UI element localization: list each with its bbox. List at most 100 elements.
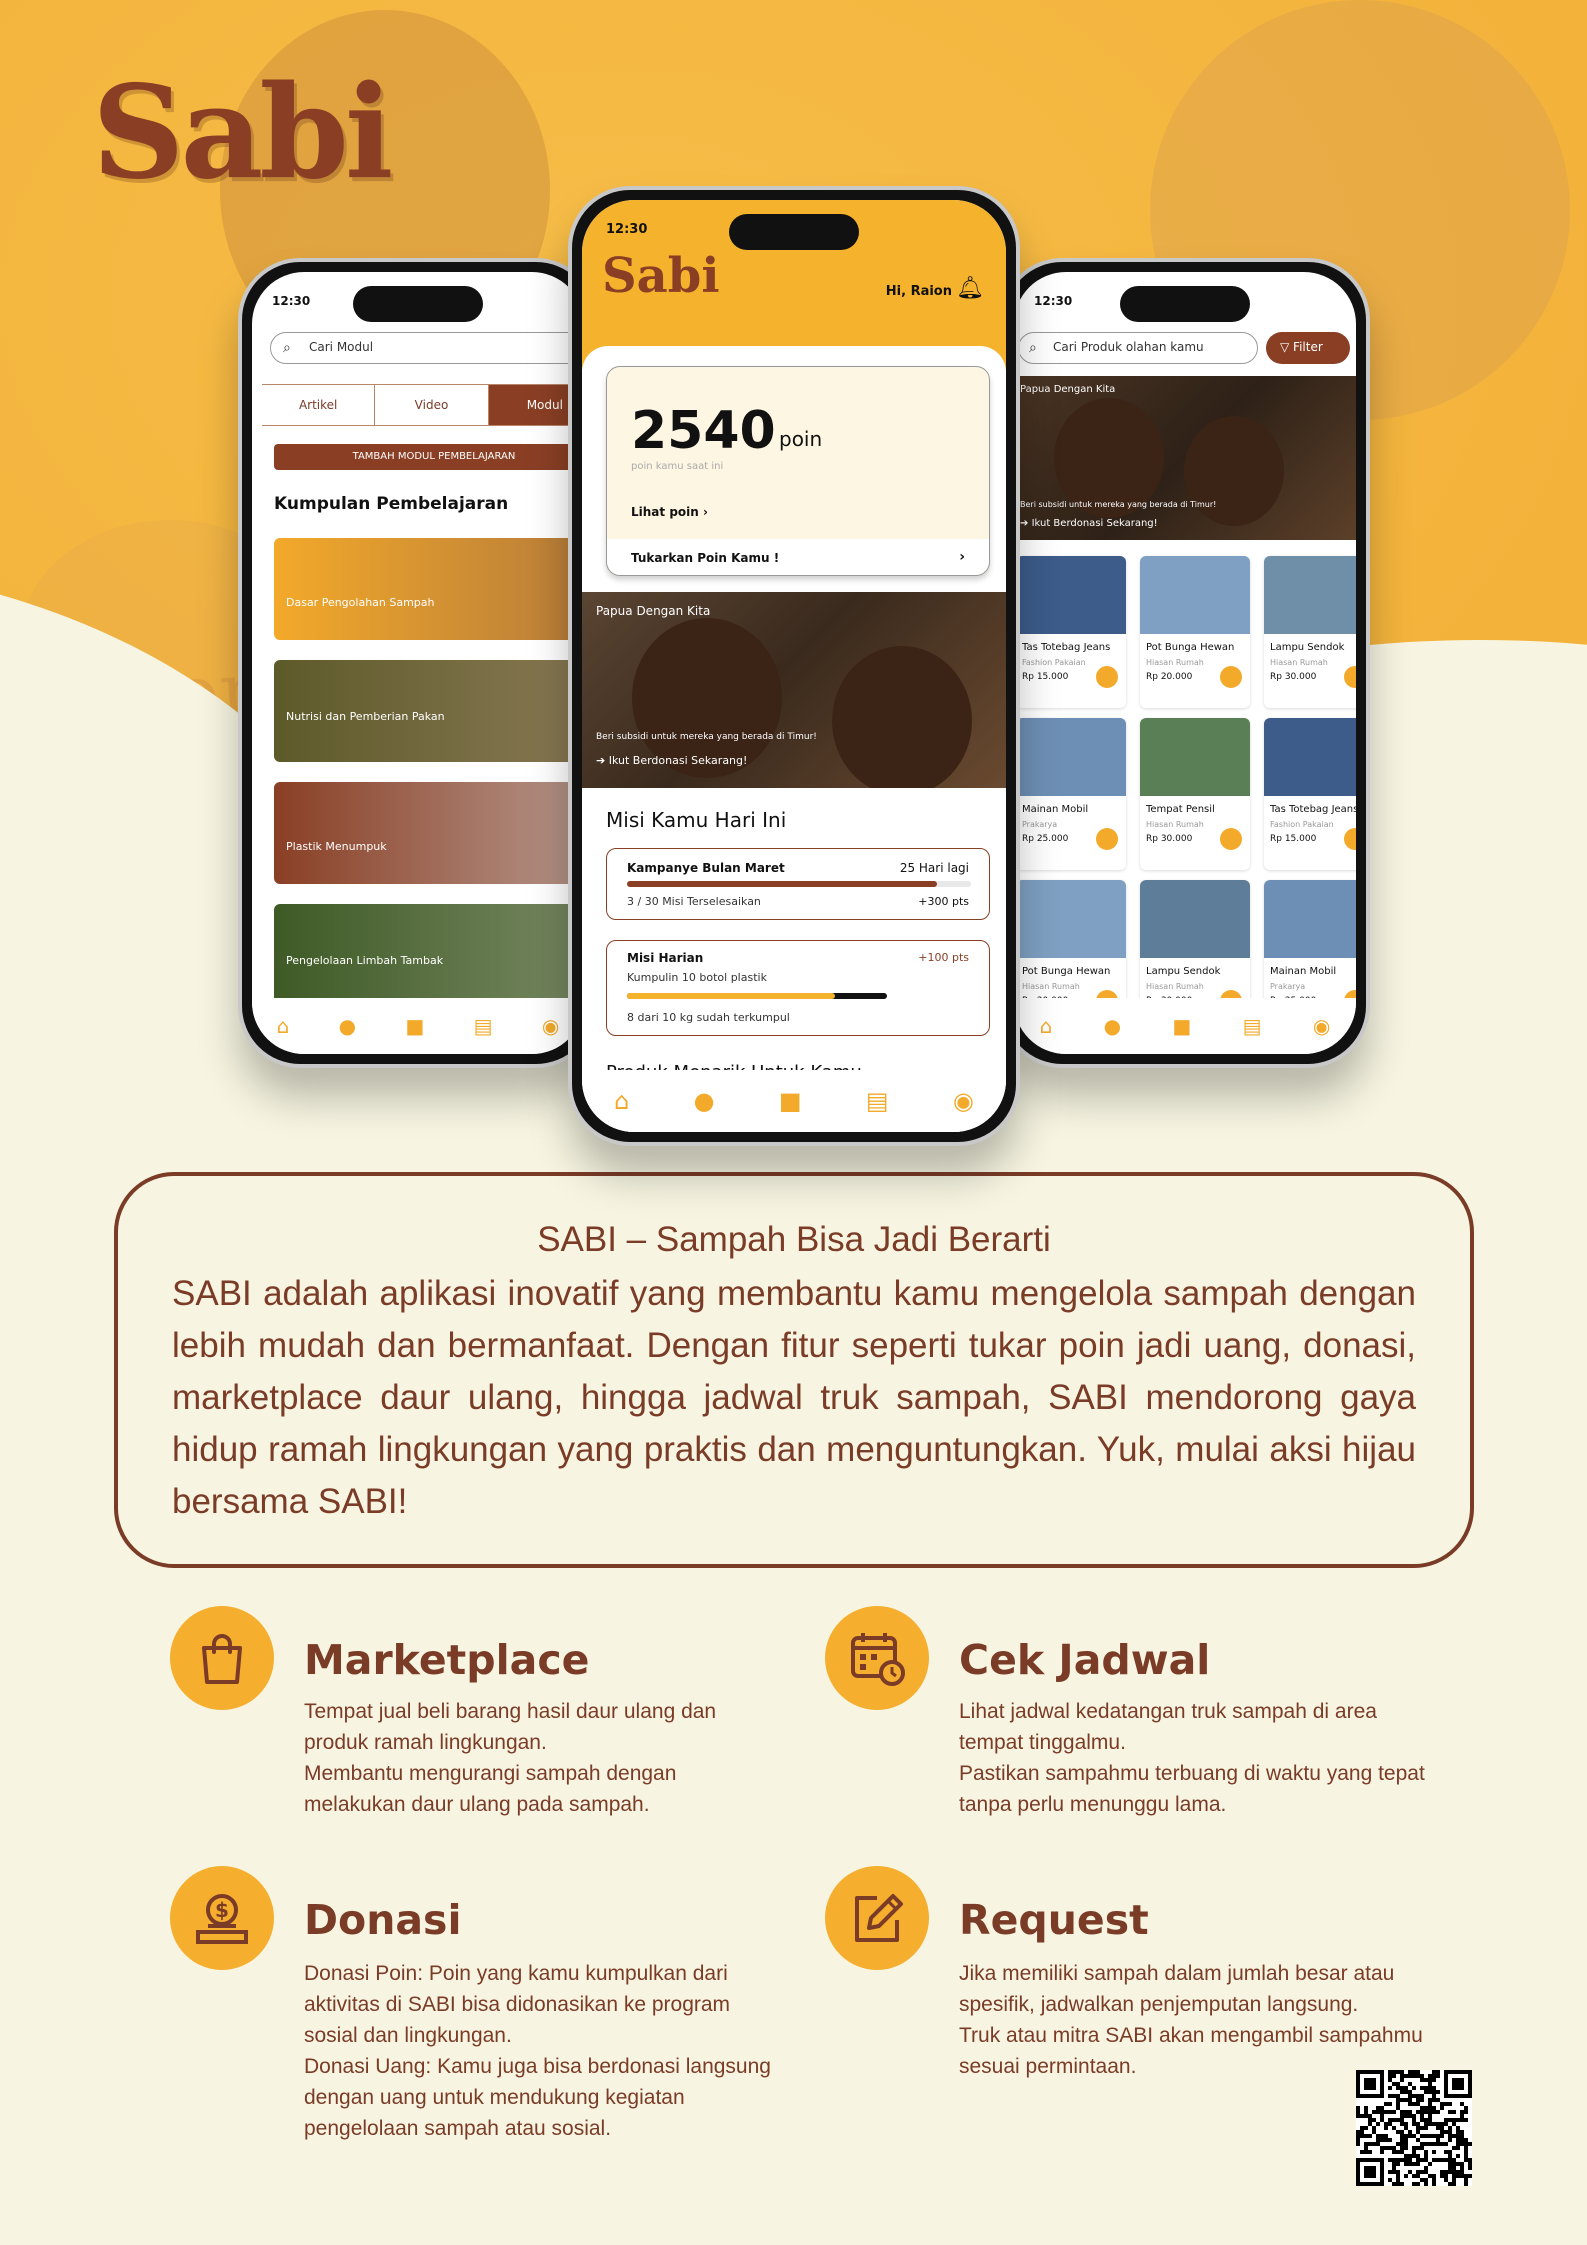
qr-module xyxy=(1448,2170,1452,2174)
dynamic-island xyxy=(1120,286,1250,322)
add-to-cart-button[interactable] xyxy=(1344,666,1356,688)
module-card[interactable]: Plastik Menumpuk xyxy=(274,782,584,884)
qr-module xyxy=(1464,2182,1468,2186)
qr-module xyxy=(1464,2178,1468,2182)
banner-cta[interactable]: ➔ Ikut Berdonasi Sekarang! xyxy=(1020,518,1158,529)
location-icon[interactable]: ● xyxy=(339,1014,356,1038)
daily-mission-card[interactable]: Misi Harian +100 pts Kumpulin 10 botol p… xyxy=(606,940,990,1036)
profile-icon[interactable]: ◉ xyxy=(542,1014,559,1038)
qr-module xyxy=(1428,2162,1432,2166)
document-icon[interactable]: ▤ xyxy=(474,1014,493,1038)
module-card[interactable]: Pengelolaan Limbah Tambak xyxy=(274,904,584,1006)
bag-icon[interactable]: ■ xyxy=(779,1087,802,1115)
product-card[interactable]: Tas Totebag Jeans Fashion Pakaian Rp 15.00… xyxy=(1016,556,1126,708)
filter-button[interactable]: ▽ Filter xyxy=(1266,332,1350,364)
document-icon[interactable]: ▤ xyxy=(866,1087,889,1115)
add-to-cart-button[interactable] xyxy=(1344,828,1356,850)
qr-module xyxy=(1372,2142,1376,2146)
qr-module xyxy=(1460,2118,1464,2122)
product-price: Rp 25.000 xyxy=(1022,834,1069,844)
qr-module xyxy=(1396,2082,1400,2086)
product-card[interactable]: Tempat Pensil Hiasan Rumah Rp 30.000 xyxy=(1140,718,1250,870)
add-to-cart-button[interactable] xyxy=(1220,828,1242,850)
qr-module xyxy=(1412,2118,1416,2122)
qr-module xyxy=(1456,2130,1460,2134)
qr-module xyxy=(1408,2130,1412,2134)
add-module-button[interactable]: TAMBAH MODUL PEMBELAJARAN xyxy=(274,444,584,470)
donation-banner[interactable]: Papua Dengan Kita Beri subsidi untuk mer… xyxy=(582,592,1006,788)
tab-video[interactable]: Video xyxy=(375,385,489,425)
qr-module xyxy=(1396,2162,1400,2166)
qr-module xyxy=(1452,2166,1456,2170)
profile-icon[interactable]: ◉ xyxy=(1313,1014,1330,1038)
add-to-cart-button[interactable] xyxy=(1096,828,1118,850)
qr-module xyxy=(1444,2122,1448,2126)
document-icon[interactable]: ▤ xyxy=(1243,1014,1262,1038)
location-icon[interactable]: ● xyxy=(694,1087,715,1115)
qr-module xyxy=(1428,2174,1432,2178)
qr-module xyxy=(1356,2114,1360,2118)
mission-title: Misi Kamu Hari Ini xyxy=(606,808,787,832)
add-to-cart-button[interactable] xyxy=(1096,666,1118,688)
bag-icon[interactable]: ■ xyxy=(1172,1014,1191,1038)
product-category: Hiasan Rumah xyxy=(1022,982,1080,991)
qr-module xyxy=(1404,2138,1408,2142)
qr-module xyxy=(1388,2170,1392,2174)
qr-module xyxy=(1392,2082,1396,2086)
qr-module xyxy=(1404,2074,1408,2078)
see-points-link[interactable]: Lihat poin › xyxy=(631,505,708,519)
qr-code[interactable] xyxy=(1356,2070,1472,2186)
profile-icon[interactable]: ◉ xyxy=(953,1087,974,1115)
daily-reward: +100 pts xyxy=(918,951,969,964)
qr-module xyxy=(1412,2174,1416,2178)
campaign-card[interactable]: Kampanye Bulan Maret 25 Hari lagi 3 / 30… xyxy=(606,848,990,920)
qr-module xyxy=(1380,2146,1384,2150)
product-card[interactable]: Pot Bunga Hewan Hiasan Rumah Rp 20.000 xyxy=(1140,556,1250,708)
product-name: Lampu Sendok xyxy=(1146,966,1221,977)
qr-module xyxy=(1460,2110,1464,2114)
tab-artikel[interactable]: Artikel xyxy=(262,385,376,425)
qr-module xyxy=(1448,2138,1452,2142)
banner-cta[interactable]: ➔ Ikut Berdonasi Sekarang! xyxy=(596,754,747,767)
daily-progress-text: 8 dari 10 kg sudah terkumpul xyxy=(627,1011,790,1024)
product-card[interactable]: Tas Totebag Jeans Fashion Pakaian Rp 15.00… xyxy=(1264,718,1356,870)
qr-module xyxy=(1424,2126,1428,2130)
location-icon[interactable]: ● xyxy=(1104,1014,1121,1038)
qr-module xyxy=(1432,2078,1436,2082)
add-to-cart-button[interactable] xyxy=(1220,666,1242,688)
feature-line: Membantu mengurangi sampah dengan melaku… xyxy=(304,1762,677,1816)
qr-module xyxy=(1428,2134,1432,2138)
home-icon[interactable]: ⌂ xyxy=(614,1087,629,1115)
qr-module xyxy=(1388,2178,1392,2182)
qr-module xyxy=(1456,2170,1460,2174)
product-card[interactable]: Lampu Sendok Hiasan Rumah Rp 30.000 xyxy=(1264,556,1356,708)
home-icon[interactable]: ⌂ xyxy=(1040,1014,1053,1038)
module-card-label: Pengelolaan Limbah Tambak xyxy=(286,954,444,967)
product-name: Pot Bunga Hewan xyxy=(1146,642,1235,653)
search-input[interactable]: ⌕ Cari Modul xyxy=(270,332,584,364)
qr-module xyxy=(1408,2090,1412,2094)
qr-module xyxy=(1400,2130,1404,2134)
module-card[interactable]: Nutrisi dan Pemberian Pakan xyxy=(274,660,584,762)
qr-module xyxy=(1460,2114,1464,2118)
qr-module xyxy=(1396,2174,1400,2178)
qr-module xyxy=(1432,2098,1436,2102)
qr-module xyxy=(1436,2122,1440,2126)
qr-module xyxy=(1392,2182,1396,2186)
qr-module xyxy=(1396,2086,1400,2090)
search-input[interactable]: ⌕ Cari Produk olahan kamu xyxy=(1018,332,1258,364)
home-icon[interactable]: ⌂ xyxy=(277,1014,290,1038)
qr-module xyxy=(1364,2114,1368,2118)
qr-module xyxy=(1396,2098,1400,2102)
donation-banner[interactable]: Papua Dengan Kita Beri subsidi untuk mer… xyxy=(1014,376,1356,540)
qr-module xyxy=(1424,2182,1428,2186)
product-card[interactable]: Mainan Mobil Prakarya Rp 25.000 xyxy=(1016,718,1126,870)
redeem-points-button[interactable]: Tukarkan Poin Kamu ! › xyxy=(607,539,989,575)
bell-icon[interactable]: 🔔︎ xyxy=(956,276,984,301)
qr-module xyxy=(1404,2122,1408,2126)
qr-module xyxy=(1468,2166,1472,2170)
section-title: Kumpulan Pembelajaran xyxy=(274,494,509,514)
bag-icon[interactable]: ■ xyxy=(405,1014,424,1038)
qr-module xyxy=(1460,2130,1464,2134)
module-card[interactable]: Dasar Pengolahan Sampah xyxy=(274,538,584,640)
